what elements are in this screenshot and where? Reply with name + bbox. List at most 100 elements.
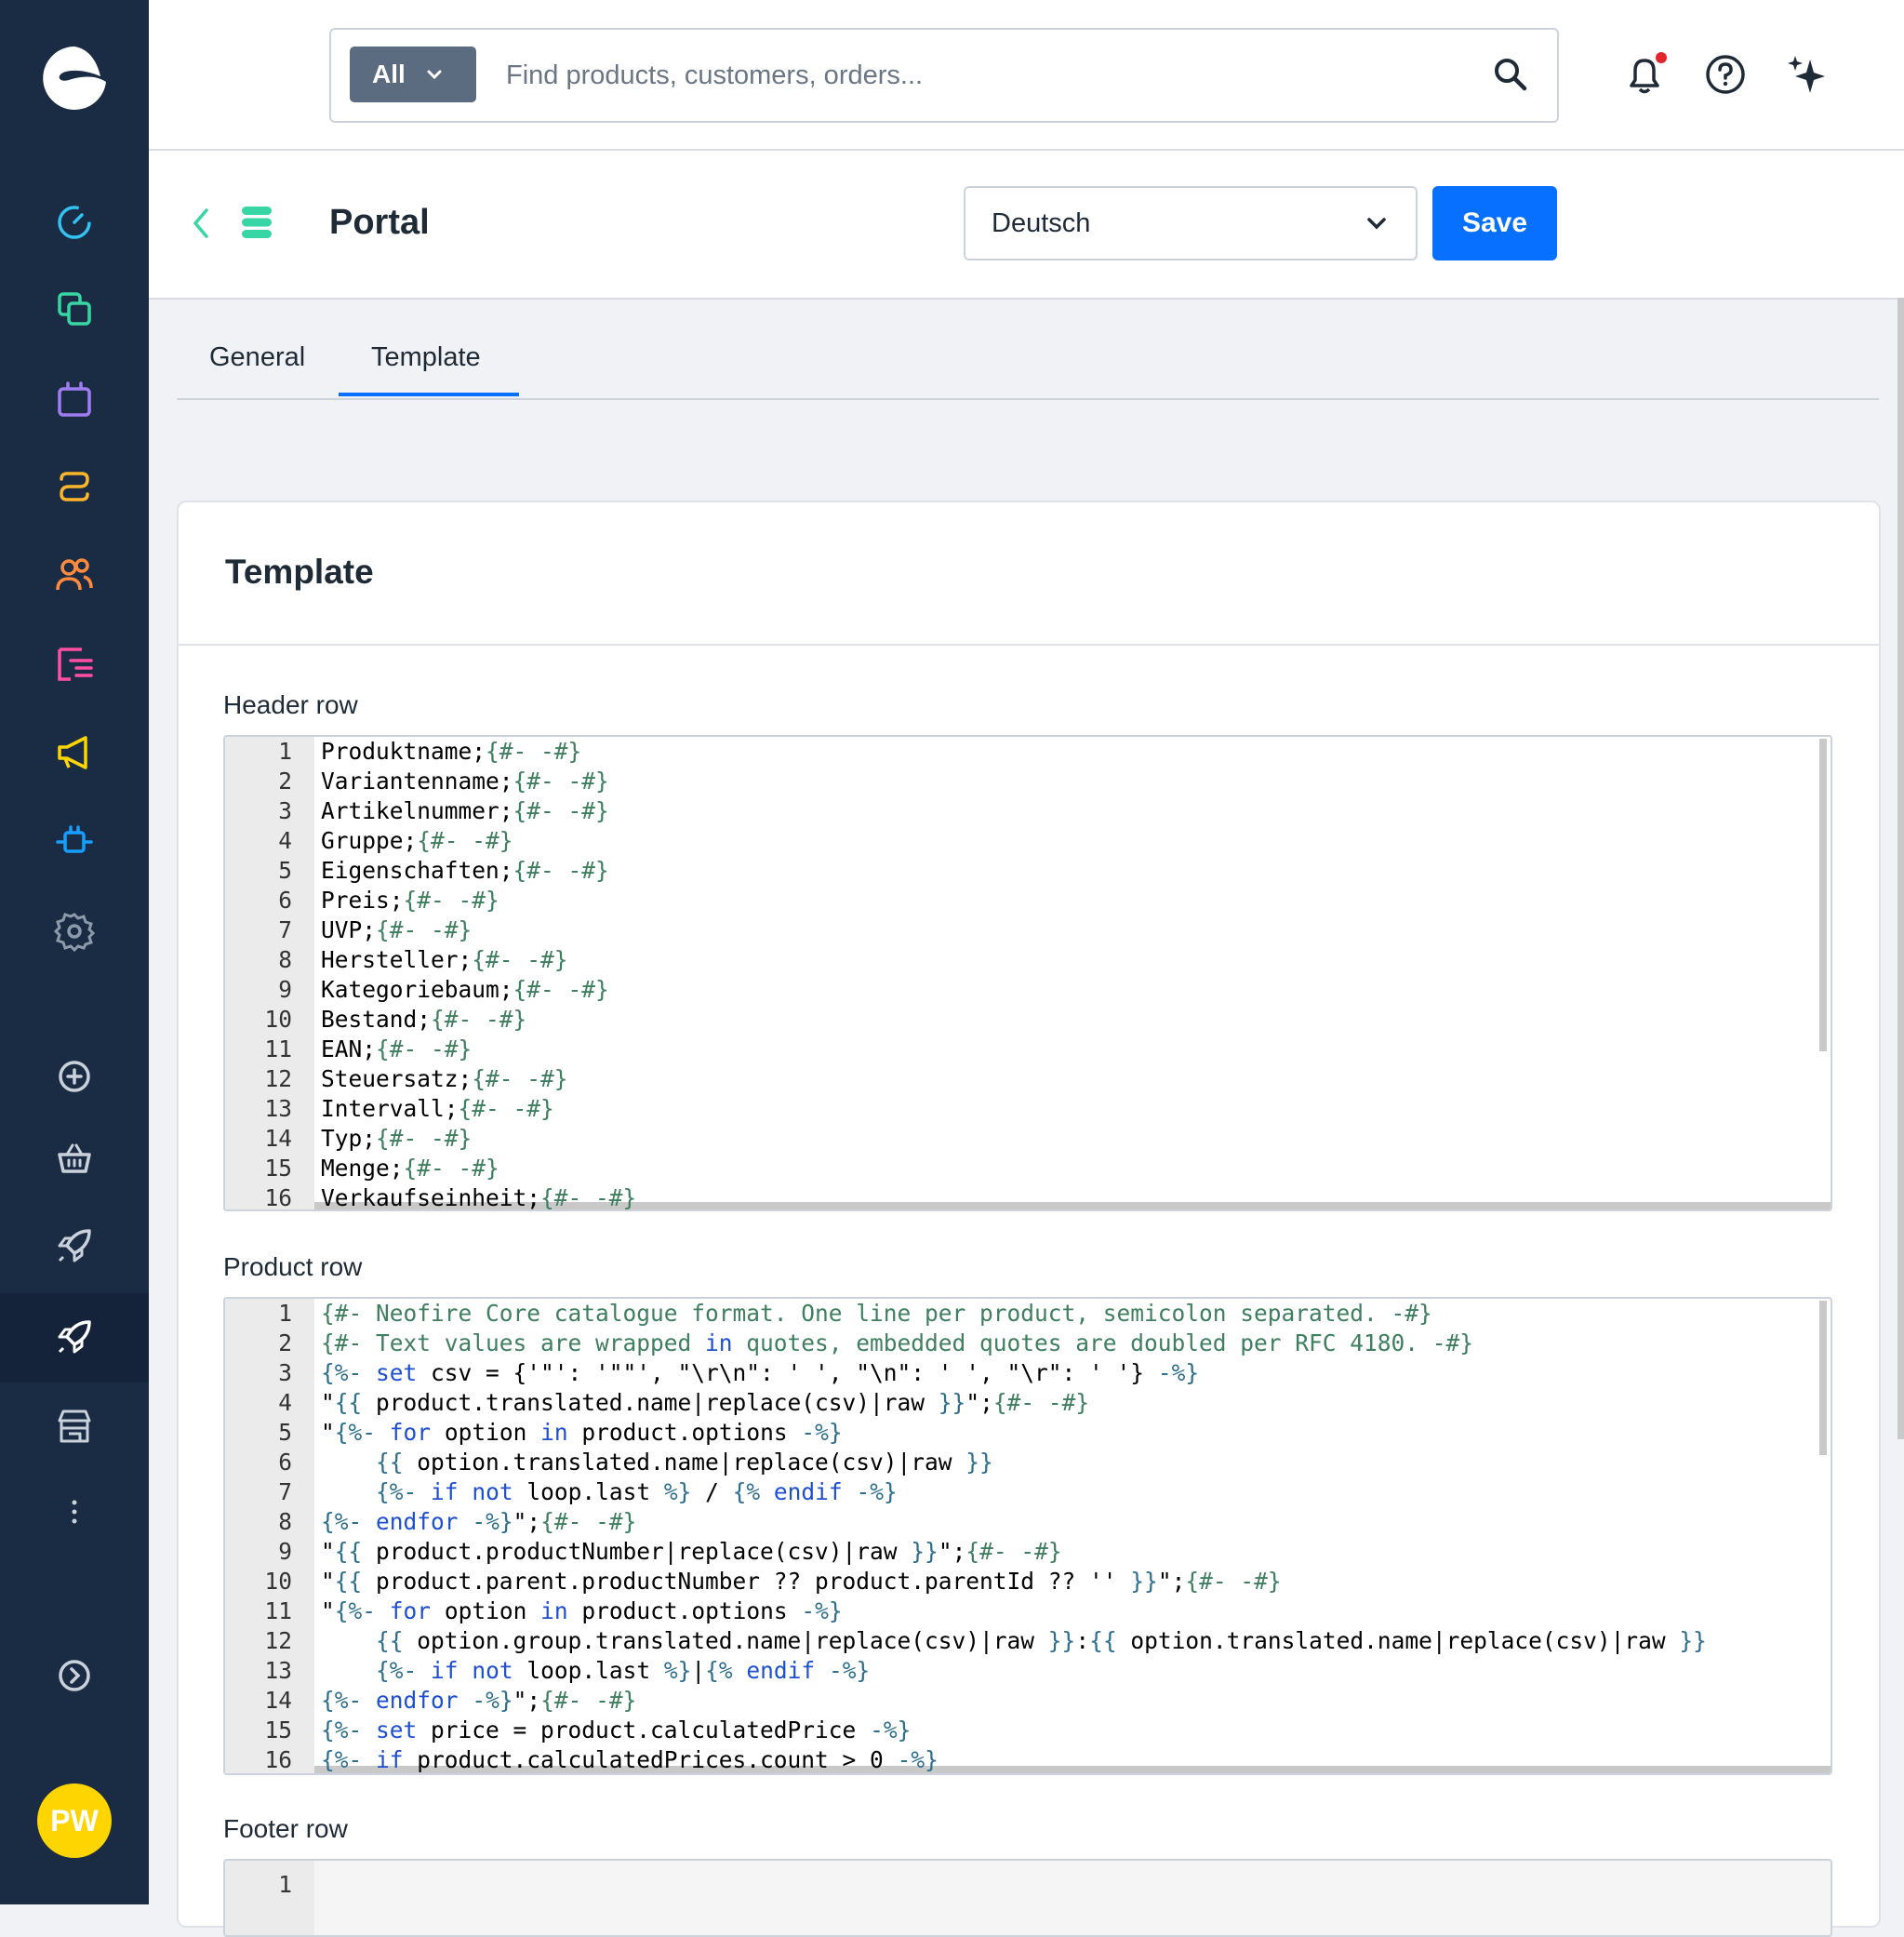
- page-scrollbar[interactable]: [1897, 298, 1904, 1439]
- code-line[interactable]: 2 {#- Text values are wrapped in quotes, …: [225, 1329, 1825, 1358]
- code-line[interactable]: 3 Artikelnummer;{#- -#}: [225, 796, 1825, 826]
- code-line[interactable]: 6 {{ option.translated.name|replace(csv)…: [225, 1448, 1825, 1477]
- catalogue-icon[interactable]: [51, 286, 98, 332]
- store-icon[interactable]: [51, 1403, 98, 1449]
- code-line[interactable]: 1 Produktname;{#- -#}: [225, 737, 1825, 767]
- more-icon[interactable]: [51, 1489, 98, 1535]
- code-line[interactable]: 12 Steuersatz;{#- -#}: [225, 1064, 1825, 1094]
- code-line[interactable]: 4 "{{ product.translated.name|replace(csv…: [225, 1388, 1825, 1418]
- code-text: Produktname;{#- -#}: [321, 738, 582, 765]
- header-row-editor[interactable]: 1 Produktname;{#- -#} 2 Variantenname;{#- -…: [223, 735, 1832, 1211]
- rocket-icon[interactable]: [51, 1222, 98, 1269]
- code-line[interactable]: 6 Preis;{#- -#}: [225, 886, 1825, 915]
- code-line[interactable]: 13 Intervall;{#- -#}: [225, 1094, 1825, 1124]
- footer-row-editor[interactable]: 1: [223, 1859, 1832, 1937]
- code-text: {%- set price = product.calculatedPrice …: [321, 1717, 912, 1743]
- code-text: Menge;{#- -#}: [321, 1155, 499, 1182]
- code-line[interactable]: 4 Gruppe;{#- -#}: [225, 826, 1825, 856]
- footer-row-label: Footer row: [223, 1814, 348, 1843]
- code-line[interactable]: 5 Eigenschaften;{#- -#}: [225, 856, 1825, 886]
- code-line[interactable]: 15 {%- set price = product.calculatedPric…: [225, 1716, 1825, 1745]
- code-line[interactable]: 9 Kategoriebaum;{#- -#}: [225, 975, 1825, 1005]
- search-scope-label: All: [372, 60, 406, 88]
- code-line[interactable]: 1 {#- Neofire Core catalogue format. One …: [225, 1299, 1825, 1329]
- extensions-icon[interactable]: [51, 819, 98, 865]
- code-text: {%- endfor -%}";{#- -#}: [321, 1687, 637, 1714]
- save-button[interactable]: Save: [1432, 186, 1557, 260]
- code-line[interactable]: 11 EAN;{#- -#}: [225, 1035, 1825, 1064]
- code-line[interactable]: 8 Hersteller;{#- -#}: [225, 945, 1825, 975]
- code-text: Typ;{#- -#}: [321, 1125, 473, 1152]
- code-line[interactable]: 7 {%- if not loop.last %} / {% endif -%}: [225, 1477, 1825, 1507]
- code-text: {{ option.translated.name|replace(csv)|r…: [376, 1449, 993, 1476]
- code-line[interactable]: 7 UVP;{#- -#}: [225, 915, 1825, 945]
- tab-general[interactable]: General: [209, 342, 305, 396]
- chevron-down-icon: [1367, 218, 1386, 230]
- code-line[interactable]: 2 Variantenname;{#- -#}: [225, 767, 1825, 796]
- code-text: {%- if not loop.last %}|{% endif -%}: [376, 1657, 871, 1684]
- code-text: Gruppe;{#- -#}: [321, 827, 513, 854]
- product-row-editor[interactable]: 1 {#- Neofire Core catalogue format. One …: [223, 1297, 1832, 1775]
- code-text: Kategoriebaum;{#- -#}: [321, 976, 609, 1003]
- code-text: {#- Neofire Core catalogue format. One l…: [321, 1300, 1432, 1327]
- persons-icon[interactable]: [51, 552, 98, 598]
- search-scope-dropdown[interactable]: All: [350, 47, 476, 102]
- line-number: 1: [278, 738, 292, 765]
- search-icon[interactable]: [1490, 54, 1531, 95]
- code-text: "{{ product.parent.productNumber ?? prod…: [321, 1568, 1282, 1595]
- logo-icon[interactable]: [39, 43, 110, 114]
- code-line[interactable]: 16 Verkaufseinheit;{#- -#}: [225, 1183, 1825, 1209]
- code-line[interactable]: 13 {%- if not loop.last %}|{% endif -%}: [225, 1656, 1825, 1686]
- code-line[interactable]: 11 "{%- for option in product.options -%}: [225, 1596, 1825, 1626]
- code-line[interactable]: 8 {%- endfor -%}";{#- -#}: [225, 1507, 1825, 1537]
- help-icon[interactable]: [1703, 52, 1748, 97]
- line-number: 7: [278, 916, 292, 943]
- line-number: 8: [278, 1508, 292, 1535]
- content-icon[interactable]: [51, 641, 98, 688]
- code-text: EAN;{#- -#}: [321, 1035, 473, 1062]
- code-text: Steuersatz;{#- -#}: [321, 1065, 568, 1092]
- chevron-down-icon: [427, 70, 442, 80]
- code-line[interactable]: 9 "{{ product.productNumber|replace(csv)|…: [225, 1537, 1825, 1567]
- search-input[interactable]: [504, 47, 1438, 104]
- code-line[interactable]: 10 "{{ product.parent.productNumber ?? pr…: [225, 1567, 1825, 1596]
- code-text: Hersteller;{#- -#}: [321, 946, 568, 973]
- add-icon[interactable]: [51, 1053, 98, 1100]
- orders-icon[interactable]: [51, 375, 98, 421]
- code-line[interactable]: 14 {%- endfor -%}";{#- -#}: [225, 1686, 1825, 1716]
- customers-icon[interactable]: [51, 463, 98, 510]
- line-number: 11: [264, 1035, 292, 1062]
- line-number: 7: [278, 1478, 292, 1505]
- header-row-label: Header row: [223, 690, 358, 719]
- code-line[interactable]: 1: [225, 1870, 1825, 1900]
- marketing-icon[interactable]: [51, 729, 98, 776]
- page-title: Portal: [329, 203, 430, 242]
- code-line[interactable]: 5 "{%- for option in product.options -%}: [225, 1418, 1825, 1448]
- language-select[interactable]: Deutsch: [964, 186, 1418, 260]
- code-line[interactable]: 10 Bestand;{#- -#}: [225, 1005, 1825, 1035]
- code-text: UVP;{#- -#}: [321, 916, 473, 943]
- line-number: 1: [278, 1300, 292, 1327]
- back-chevron-icon[interactable]: [190, 207, 212, 240]
- line-number: 10: [264, 1006, 292, 1033]
- expand-icon[interactable]: [51, 1652, 98, 1699]
- settings-icon[interactable]: [51, 908, 98, 955]
- code-line[interactable]: 12 {{ option.group.translated.name|repla…: [225, 1626, 1825, 1656]
- sparkle-icon[interactable]: [1784, 52, 1829, 97]
- code-line[interactable]: 15 Menge;{#- -#}: [225, 1154, 1825, 1183]
- code-text: Bestand;{#- -#}: [321, 1006, 527, 1033]
- rocket-active-icon[interactable]: [51, 1314, 98, 1360]
- code-text: "{%- for option in product.options -%}: [321, 1419, 843, 1446]
- code-text: {%- if not loop.last %} / {% endif -%}: [376, 1478, 898, 1505]
- code-line[interactable]: 14 Typ;{#- -#}: [225, 1124, 1825, 1154]
- basket-icon[interactable]: [51, 1135, 98, 1182]
- code-text: "{%- for option in product.options -%}: [321, 1597, 843, 1624]
- code-line[interactable]: 3 {%- set csv = {'"': '""', "\r\n": ' ', …: [225, 1358, 1825, 1388]
- language-value: Deutsch: [992, 207, 1091, 238]
- tab-template[interactable]: Template: [371, 342, 481, 396]
- product-row-label: Product row: [223, 1252, 363, 1281]
- avatar[interactable]: PW: [37, 1783, 112, 1858]
- code-line[interactable]: 16 {%- if product.calculatedPrices.count …: [225, 1745, 1825, 1773]
- dashboard-icon[interactable]: [51, 197, 98, 244]
- sidebar: PW: [0, 0, 149, 1904]
